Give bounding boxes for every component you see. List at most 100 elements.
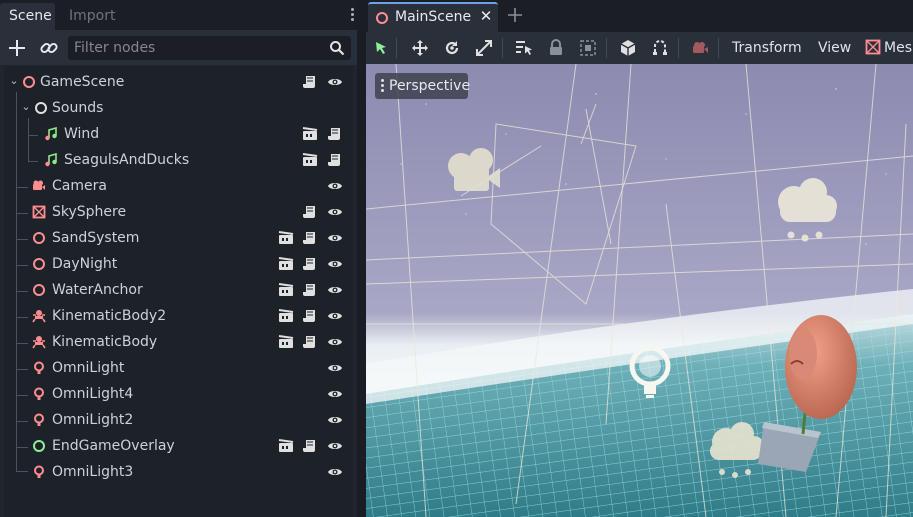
omni-light-icon	[32, 361, 46, 375]
audio-stream-player-icon	[44, 126, 58, 141]
node-icon	[34, 101, 48, 115]
tree-item-sandsystem[interactable]: SandSystem	[4, 225, 353, 251]
tree-item-omnilight[interactable]: OmniLight	[4, 355, 353, 381]
tree-item-label: OmniLight2	[52, 412, 134, 428]
visibility-eye-icon[interactable]	[327, 283, 343, 297]
perspective-label: Perspective	[389, 78, 471, 94]
tree-item-label: SeagulsAndDucks	[64, 152, 190, 168]
group-icon[interactable]	[578, 38, 598, 58]
visibility-eye-icon[interactable]	[327, 413, 343, 427]
tree-item-label: SkySphere	[52, 204, 127, 220]
list-select-icon[interactable]	[514, 38, 534, 58]
local-space-icon[interactable]	[618, 38, 638, 58]
view-menu[interactable]: View	[818, 37, 851, 59]
tab-scene[interactable]: Scene	[0, 3, 55, 30]
toolbar-separator	[678, 38, 679, 58]
close-icon[interactable]: ✕	[478, 7, 494, 25]
tree-item-skysphere[interactable]: SkySphere	[4, 199, 353, 225]
visibility-eye-icon[interactable]	[327, 75, 343, 89]
tree-item-endgameoverlay[interactable]: EndGameOverlay	[4, 433, 353, 459]
camera-preview-icon[interactable]	[690, 38, 710, 58]
instance-scene-icon[interactable]	[278, 231, 294, 245]
visibility-eye-icon[interactable]	[327, 387, 343, 401]
select-icon[interactable]	[371, 38, 391, 58]
perspective-menu-button[interactable]: Perspective	[375, 73, 471, 99]
script-icon[interactable]	[302, 335, 318, 349]
tree-item-kinematicbody[interactable]: KinematicBody	[4, 329, 353, 355]
script-icon[interactable]	[302, 309, 318, 323]
tree-item-daynight[interactable]: DayNight	[4, 251, 353, 277]
scene-tree[interactable]: ⌄ GameScene ⌄ Sounds Wind SeagulsAndDuck…	[4, 66, 353, 517]
instance-scene-icon[interactable]	[278, 309, 294, 323]
visibility-eye-icon[interactable]	[327, 309, 343, 323]
visibility-eye-icon[interactable]	[327, 257, 343, 271]
script-icon[interactable]	[327, 127, 343, 141]
omni-light-icon	[32, 465, 46, 479]
tree-item-gamescene[interactable]: ⌄ GameScene	[4, 69, 353, 95]
instance-scene-icon[interactable]	[278, 283, 294, 297]
script-icon[interactable]	[327, 153, 343, 167]
plus-icon[interactable]	[507, 4, 525, 26]
mesh-menu[interactable]: Mesh	[884, 37, 913, 59]
snap-icon[interactable]	[650, 38, 670, 58]
filter-nodes-input[interactable]	[68, 36, 351, 60]
rotate-icon[interactable]	[442, 38, 462, 58]
dock-tab-bar: Scene Import	[0, 0, 357, 30]
tree-item-omnilight4[interactable]: OmniLight4	[4, 381, 353, 407]
chevron-down-icon[interactable]: ⌄	[8, 74, 20, 88]
tree-item-label: OmniLight3	[52, 464, 134, 480]
search-icon	[329, 40, 345, 56]
visibility-eye-icon[interactable]	[327, 231, 343, 245]
script-icon[interactable]	[302, 257, 318, 271]
tree-item-label: Camera	[52, 178, 107, 194]
node3d-icon	[32, 283, 46, 297]
tab-import[interactable]: Import	[60, 3, 126, 30]
tree-item-wind[interactable]: Wind	[4, 121, 353, 147]
scene-dock: Scene Import Filter nodes ⌄ GameScene ⌄ …	[0, 0, 357, 517]
instance-scene-icon[interactable]	[278, 257, 294, 271]
scale-icon[interactable]	[474, 38, 494, 58]
visibility-eye-icon[interactable]	[327, 439, 343, 453]
tree-item-camera[interactable]: Camera	[4, 173, 353, 199]
node3d-icon	[22, 75, 36, 89]
script-icon[interactable]	[302, 439, 318, 453]
tab-main-scene[interactable]: MainScene ✕	[368, 2, 498, 32]
visibility-eye-icon[interactable]	[327, 335, 343, 349]
vertical-dots-icon[interactable]	[348, 7, 356, 25]
dock-split-handle[interactable]	[357, 0, 366, 517]
visibility-eye-icon[interactable]	[327, 361, 343, 375]
visibility-eye-icon[interactable]	[327, 179, 343, 193]
add-node-icon[interactable]	[7, 38, 27, 58]
main-editor: MainScene ✕ Transform View Mes Perspecti…	[366, 0, 913, 517]
lock-icon[interactable]	[546, 38, 566, 58]
tree-item-wateranchor[interactable]: WaterAnchor	[4, 277, 353, 303]
instance-child-scene-icon[interactable]	[38, 38, 60, 58]
visibility-eye-icon[interactable]	[327, 465, 343, 479]
tree-item-omnilight3[interactable]: OmniLight3	[4, 459, 353, 485]
tree-item-kinematicbody2[interactable]: KinematicBody2	[4, 303, 353, 329]
script-icon[interactable]	[302, 205, 318, 219]
script-icon[interactable]	[302, 75, 318, 89]
toolbar-separator	[606, 38, 607, 58]
node3d-icon	[32, 257, 46, 271]
instance-scene-icon[interactable]	[302, 127, 318, 141]
chevron-down-icon[interactable]: ⌄	[20, 100, 32, 114]
tree-item-sounds[interactable]: ⌄ Sounds	[4, 95, 353, 121]
script-icon[interactable]	[302, 283, 318, 297]
move-icon[interactable]	[410, 38, 430, 58]
audio-stream-player-icon	[44, 152, 58, 167]
tree-item-seagulsandducks[interactable]: SeagulsAndDucks	[4, 147, 353, 173]
tree-item-label: OmniLight4	[52, 386, 134, 402]
tree-item-label: OmniLight	[52, 360, 125, 376]
tree-item-omnilight2[interactable]: OmniLight2	[4, 407, 353, 433]
toolbar-separator	[502, 38, 503, 58]
instance-scene-icon[interactable]	[278, 335, 294, 349]
toolbar-separator	[718, 38, 719, 58]
visibility-eye-icon[interactable]	[327, 205, 343, 219]
instance-scene-icon[interactable]	[302, 153, 318, 167]
transform-menu[interactable]: Transform	[732, 37, 802, 59]
script-icon[interactable]	[302, 231, 318, 245]
3d-viewport[interactable]: Perspective	[366, 64, 913, 517]
instance-scene-icon[interactable]	[278, 439, 294, 453]
node3d-icon	[32, 231, 46, 245]
